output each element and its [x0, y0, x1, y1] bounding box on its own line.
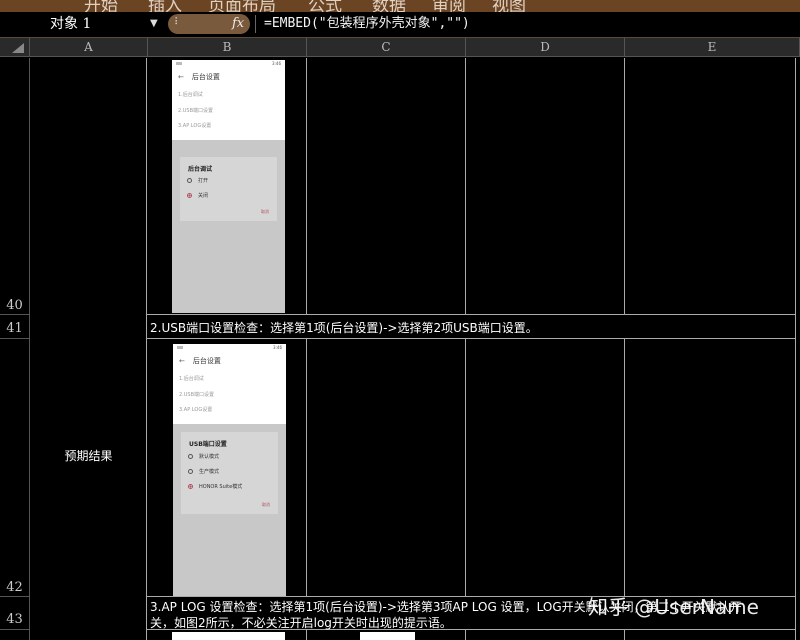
row-number-43: 43: [6, 612, 23, 627]
phone-screenshot-backend-debug[interactable]: 3:46 ← 后台设置 1.后台调试 2.USB端口设置 3.AP LOG设置 后…: [172, 60, 285, 313]
cell-a-merged[interactable]: [30, 58, 147, 640]
option-label: HONOR Suite模式: [199, 484, 243, 490]
chevron-down-icon[interactable]: ▼: [150, 13, 162, 35]
option-default-mode: 默认模式: [188, 453, 219, 460]
tab-home[interactable]: 开始: [84, 0, 118, 12]
row-header-42[interactable]: 42: [0, 339, 30, 597]
row-header-41[interactable]: 41: [0, 315, 30, 339]
row-header-44[interactable]: [0, 630, 30, 640]
back-arrow-icon: ←: [178, 73, 184, 81]
radio-icon: [188, 454, 193, 459]
status-time: 3:46: [273, 345, 282, 350]
tab-review[interactable]: 审阅: [432, 0, 466, 12]
option-close: 关闭: [187, 192, 208, 199]
tab-data[interactable]: 数据: [372, 0, 406, 12]
phone-screenshot-partial[interactable]: [360, 632, 415, 640]
radio-selected-icon: [188, 484, 193, 489]
gridline: [147, 314, 796, 315]
row-number-40: 40: [6, 298, 23, 313]
row-header-40[interactable]: 40: [0, 58, 30, 315]
watermark: 知乎 @UserName: [588, 595, 759, 619]
tab-formulas[interactable]: 公式: [308, 0, 342, 12]
column-header-e[interactable]: E: [625, 38, 800, 57]
phone-screenshot-partial[interactable]: [172, 632, 285, 640]
gridline: [624, 58, 625, 315]
option-honor-suite-mode: HONOR Suite模式: [188, 483, 242, 490]
gridline: [306, 339, 307, 597]
gridline: [465, 339, 466, 597]
radio-selected-icon: [187, 193, 192, 198]
gridline: [465, 58, 466, 315]
screen-header: ← 后台设置: [178, 72, 220, 82]
status-bar: 3:46: [172, 60, 285, 68]
select-all-icon: [12, 43, 24, 53]
status-time: 3:46: [272, 61, 281, 66]
gridline: [795, 58, 796, 640]
option-label: 打开: [198, 178, 209, 184]
screen-header: ← 后台设置: [179, 356, 221, 366]
menu-item-1: 1.后台调试: [178, 92, 203, 98]
gridline: [624, 339, 625, 597]
option-production-mode: 生产模式: [188, 468, 219, 475]
menu-item-2: 2.USB端口设置: [179, 392, 215, 398]
signal-icon: [177, 346, 183, 349]
dialog-title: USB端口设置: [189, 441, 227, 448]
menu-item-3: 3.AP LOG设置: [178, 123, 212, 129]
status-bar: 3:46: [173, 344, 286, 352]
screen-title: 后台设置: [191, 73, 220, 81]
gridline: [624, 630, 625, 640]
option-label: 关闭: [198, 193, 209, 199]
dialog-usb-port: USB端口设置 默认模式 生产模式 HONOR Suite模式 取消: [181, 432, 278, 514]
name-box[interactable]: 对象 1: [36, 13, 164, 35]
signal-icon: [176, 62, 182, 65]
ribbon-tab-strip: 开始 插入 页面布局 公式 数据 审阅 视图: [0, 0, 800, 12]
dialog-title: 后台调试: [188, 166, 213, 173]
menu-item-1: 1.后台调试: [179, 376, 204, 382]
dialog-cancel: 取消: [262, 502, 270, 507]
gridline: [147, 338, 796, 339]
gridline: [306, 630, 307, 640]
radio-icon: [187, 178, 192, 183]
row-number-41: 41: [6, 321, 23, 336]
dialog-backend-debug: 后台调试 打开 关闭 取消: [180, 157, 277, 221]
dots-icon: ⠇: [174, 17, 182, 28]
fx-icon[interactable]: fx: [232, 13, 244, 35]
tab-view[interactable]: 视图: [492, 0, 526, 12]
tab-page-layout[interactable]: 页面布局: [208, 0, 276, 12]
row-header-43[interactable]: 43: [0, 597, 30, 630]
column-header-b[interactable]: B: [148, 38, 307, 57]
row-41-text[interactable]: 2.USB端口设置检查：选择第1项(后台设置)->选择第2项USB端口设置。: [150, 319, 538, 336]
phone-screenshot-usb-port[interactable]: 3:46 ← 后台设置 1.后台调试 2.USB端口设置 3.AP LOG设置 U…: [173, 344, 286, 596]
radio-icon: [188, 469, 193, 474]
screen-title: 后台设置: [192, 357, 221, 365]
expected-result-label: 预期结果: [64, 449, 113, 463]
option-open: 打开: [187, 177, 208, 184]
menu-item-2: 2.USB端口设置: [178, 108, 214, 114]
option-label: 生产模式: [199, 469, 220, 475]
column-header-d[interactable]: D: [466, 38, 625, 57]
menu-item-3: 3.AP LOG设置: [179, 407, 213, 413]
tab-insert[interactable]: 插入: [148, 0, 182, 12]
row-43-text-line2: 关，如图2所示，不必关注开启log开关时出现的提示语。: [150, 616, 452, 630]
dialog-cancel: 取消: [261, 209, 269, 214]
formula-input[interactable]: =EMBED("包装程序外壳对象",""): [264, 13, 470, 35]
option-label: 默认模式: [199, 454, 220, 460]
row-number-42: 42: [6, 580, 23, 595]
gridline: [306, 58, 307, 315]
column-header-a[interactable]: A: [30, 38, 148, 57]
column-header-c[interactable]: C: [307, 38, 466, 57]
gridline: [465, 630, 466, 640]
formula-separator: [255, 15, 256, 33]
back-arrow-icon: ←: [179, 357, 185, 365]
